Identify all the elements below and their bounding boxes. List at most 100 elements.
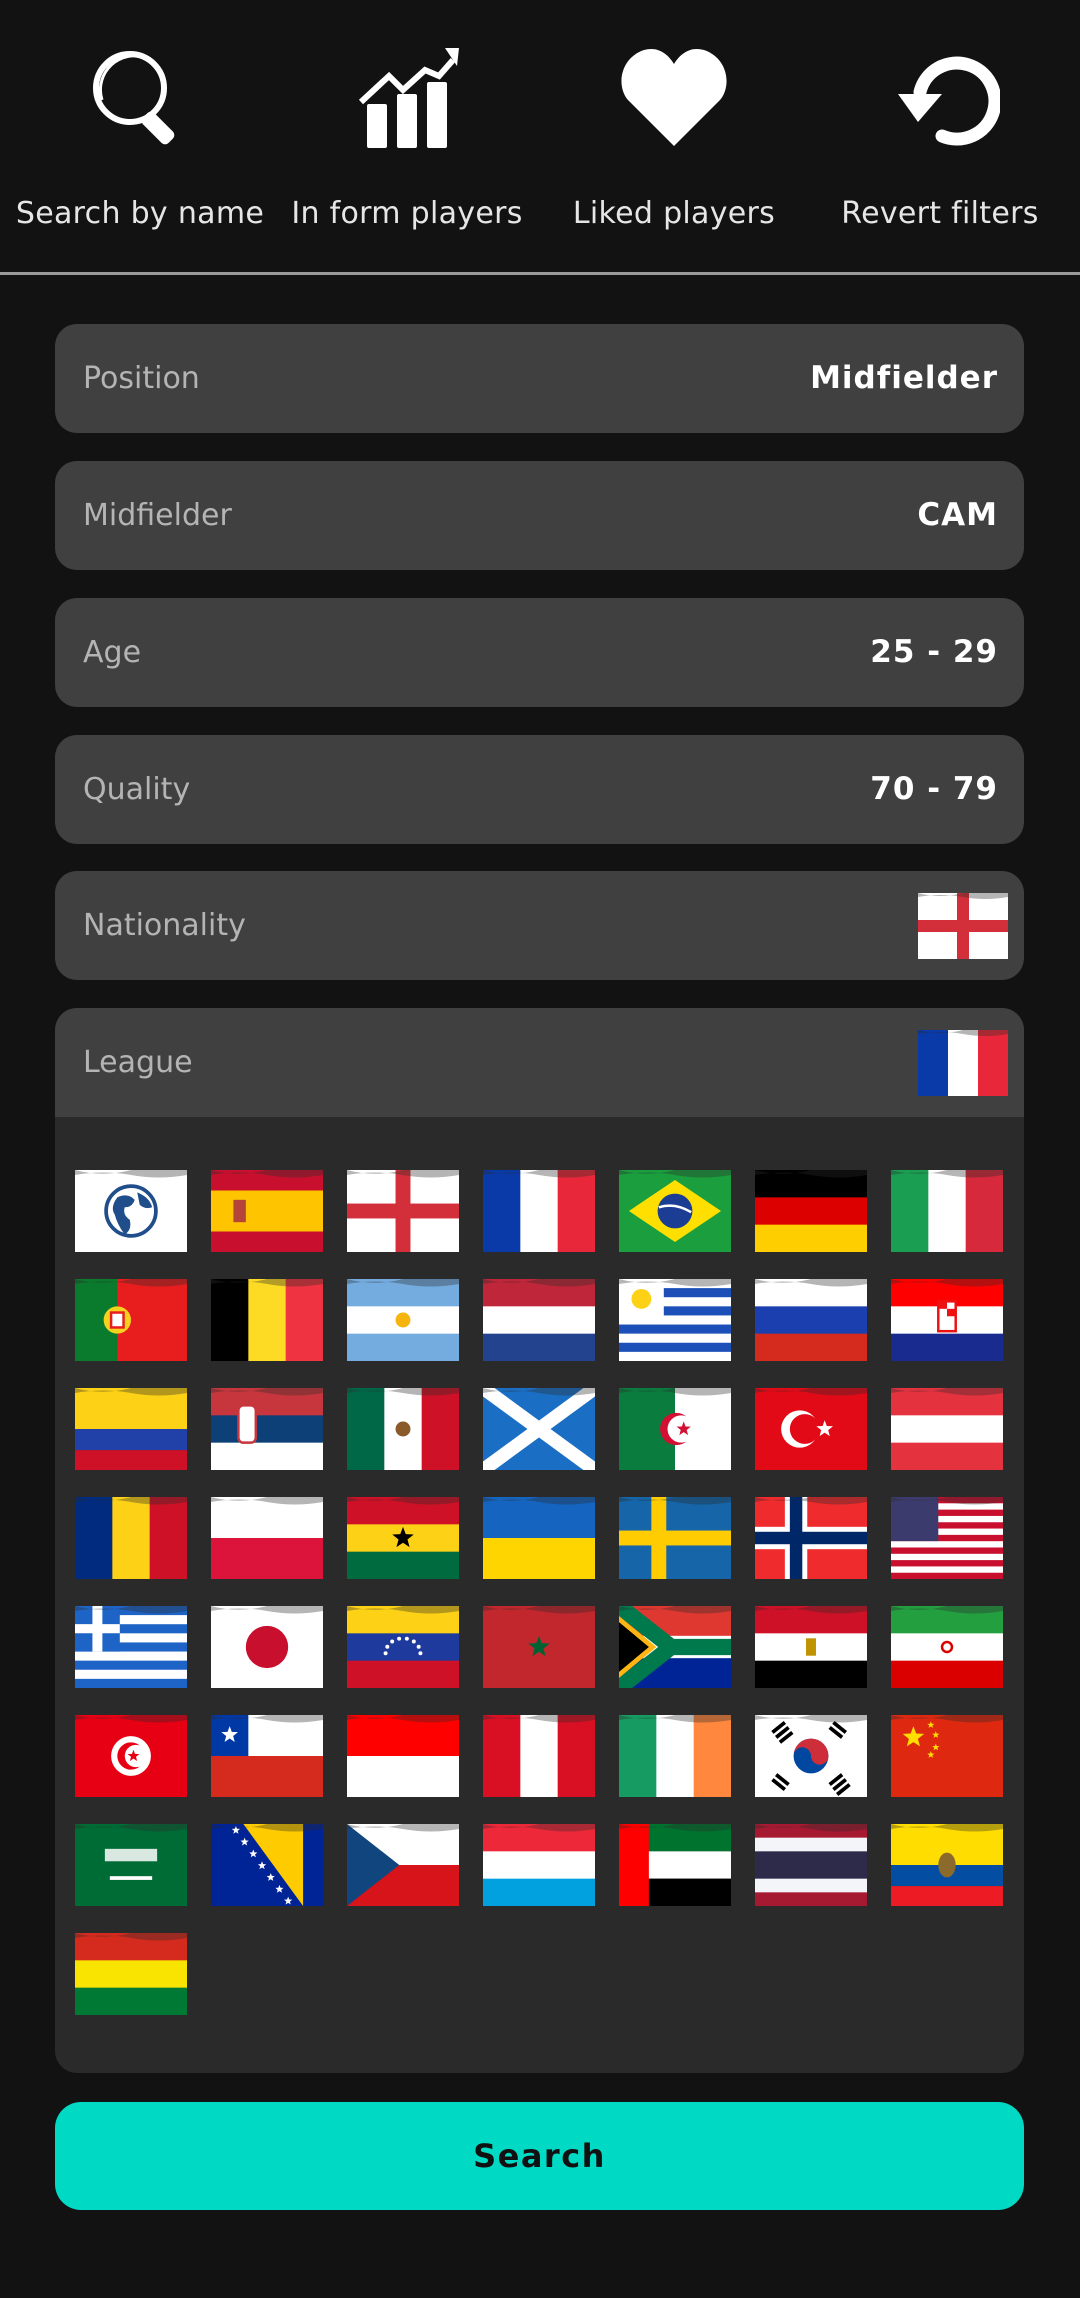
league-option-france[interactable] (483, 1170, 595, 1252)
netherlands-flag-icon (483, 1279, 595, 1361)
league-option-china[interactable] (891, 1715, 1003, 1797)
subposition-filter[interactable]: Midfielder CAM (55, 461, 1024, 570)
league-option-ecuador[interactable] (891, 1824, 1003, 1906)
league-option-croatia[interactable] (891, 1279, 1003, 1361)
league-option-venezuela[interactable] (347, 1606, 459, 1688)
league-option-south-korea[interactable] (755, 1715, 867, 1797)
heart-icon (621, 48, 727, 147)
subposition-value: CAM (917, 497, 998, 533)
league-option-colombia[interactable] (75, 1388, 187, 1470)
croatia-flag-icon (891, 1279, 1003, 1361)
league-option-argentina[interactable] (347, 1279, 459, 1361)
mexico-flag-icon (347, 1388, 459, 1470)
search-by-name-button[interactable]: Search by name (5, 0, 275, 272)
league-option-italy[interactable] (891, 1170, 1003, 1252)
league-option-poland[interactable] (211, 1497, 323, 1579)
league-option-south-africa[interactable] (619, 1606, 731, 1688)
league-filter[interactable]: League (55, 1008, 1024, 1117)
league-label: League (83, 1045, 193, 1080)
league-option-morocco[interactable] (483, 1606, 595, 1688)
league-option-brazil[interactable] (619, 1170, 731, 1252)
league-option-indonesia[interactable] (347, 1715, 459, 1797)
iran-flag-icon (891, 1606, 1003, 1688)
position-label: Position (83, 361, 200, 396)
league-option-germany[interactable] (755, 1170, 867, 1252)
ecuador-flag-icon (891, 1824, 1003, 1906)
bolivia-flag-icon (75, 1933, 187, 2015)
league-option-bosnia[interactable] (211, 1824, 323, 1906)
league-option-belgium[interactable] (211, 1279, 323, 1361)
venezuela-flag-icon (347, 1606, 459, 1688)
league-option-turkey[interactable] (755, 1388, 867, 1470)
england-flag-icon (347, 1170, 459, 1252)
nationality-filter[interactable]: Nationality (55, 871, 1024, 980)
quality-value: 70 - 79 (870, 771, 998, 807)
league-option-japan[interactable] (211, 1606, 323, 1688)
position-value: Midfielder (810, 360, 998, 396)
in-form-players-button[interactable]: In form players (272, 0, 542, 272)
position-filter[interactable]: Position Midfielder (55, 324, 1024, 433)
league-option-spain[interactable] (211, 1170, 323, 1252)
chile-flag-icon (211, 1715, 323, 1797)
league-option-sweden[interactable] (619, 1497, 731, 1579)
league-option-bolivia[interactable] (75, 1933, 187, 2015)
search-by-name-label: Search by name (15, 196, 265, 231)
league-option-uruguay[interactable] (619, 1279, 731, 1361)
quality-filter[interactable]: Quality 70 - 79 (55, 735, 1024, 844)
league-option-czechia[interactable] (347, 1824, 459, 1906)
league-option-iran[interactable] (891, 1606, 1003, 1688)
sweden-flag-icon (619, 1497, 731, 1579)
league-option-uae[interactable] (619, 1824, 731, 1906)
top-toolbar: Search by name In form players Liked pla… (0, 0, 1080, 272)
revert-filters-button[interactable]: Revert filters (805, 0, 1075, 272)
belgium-flag-icon (211, 1279, 323, 1361)
league-option-scotland[interactable] (483, 1388, 595, 1470)
luxembourg-flag-icon (483, 1824, 595, 1906)
league-option-russia[interactable] (755, 1279, 867, 1361)
saudi-arabia-flag-icon (75, 1824, 187, 1906)
ghana-flag-icon (347, 1497, 459, 1579)
league-flag-france (918, 1027, 1009, 1096)
colombia-flag-icon (75, 1388, 187, 1470)
uruguay-flag-icon (619, 1279, 731, 1361)
league-option-greece[interactable] (75, 1606, 187, 1688)
league-option-norway[interactable] (755, 1497, 867, 1579)
algeria-flag-icon (619, 1388, 731, 1470)
league-option-england[interactable] (347, 1170, 459, 1252)
league-option-netherlands[interactable] (483, 1279, 595, 1361)
japan-flag-icon (211, 1606, 323, 1688)
world-flag-icon (75, 1170, 187, 1252)
league-option-luxembourg[interactable] (483, 1824, 595, 1906)
league-option-mexico[interactable] (347, 1388, 459, 1470)
search-button[interactable]: Search (55, 2102, 1024, 2210)
usa-flag-icon (891, 1497, 1003, 1579)
england-flag-icon (918, 890, 1008, 959)
ireland-flag-icon (619, 1715, 731, 1797)
league-option-chile[interactable] (211, 1715, 323, 1797)
league-option-world[interactable] (75, 1170, 187, 1252)
age-label: Age (83, 635, 142, 670)
trending-chart-icon (358, 48, 459, 148)
league-option-egypt[interactable] (755, 1606, 867, 1688)
age-value: 25 - 29 (870, 634, 998, 670)
league-option-romania[interactable] (75, 1497, 187, 1579)
portugal-flag-icon (75, 1279, 187, 1361)
egypt-flag-icon (755, 1606, 867, 1688)
quality-label: Quality (83, 772, 191, 807)
league-option-tunisia[interactable] (75, 1715, 187, 1797)
league-option-ukraine[interactable] (483, 1497, 595, 1579)
league-option-portugal[interactable] (75, 1279, 187, 1361)
liked-players-button[interactable]: Liked players (539, 0, 809, 272)
league-option-serbia[interactable] (211, 1388, 323, 1470)
age-filter[interactable]: Age 25 - 29 (55, 598, 1024, 707)
league-option-ghana[interactable] (347, 1497, 459, 1579)
in-form-players-label: In form players (291, 196, 523, 231)
league-option-ireland[interactable] (619, 1715, 731, 1797)
league-option-peru[interactable] (483, 1715, 595, 1797)
league-option-saudi-arabia[interactable] (75, 1824, 187, 1906)
league-option-thailand[interactable] (755, 1824, 867, 1906)
league-option-algeria[interactable] (619, 1388, 731, 1470)
indonesia-flag-icon (347, 1715, 459, 1797)
league-option-usa[interactable] (891, 1497, 1003, 1579)
league-option-austria[interactable] (891, 1388, 1003, 1470)
